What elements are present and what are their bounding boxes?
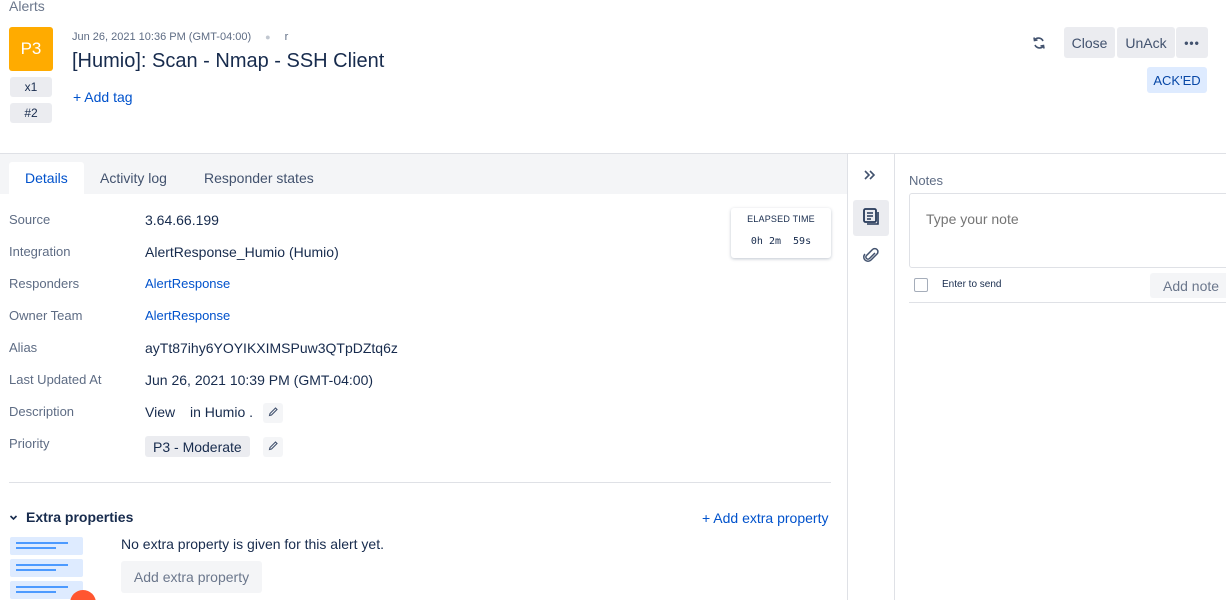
expand-panel-icon[interactable] (858, 164, 882, 186)
responders-label: Responders (9, 276, 80, 291)
empty-state-text: No extra property is given for this aler… (121, 536, 384, 552)
extra-properties-toggle[interactable]: Extra properties (9, 509, 133, 525)
last-updated-value: Jun 26, 2021 10:39 PM (GMT-04:00) (145, 372, 374, 388)
tab-details[interactable]: Details (9, 162, 84, 194)
creator: r (284, 31, 289, 43)
description-label: Description (9, 404, 75, 419)
notes-divider (909, 302, 1226, 303)
pencil-icon (268, 438, 279, 456)
notes-icon (862, 207, 880, 230)
source-label: Source (9, 212, 51, 227)
alias-label: Alias (9, 340, 38, 355)
close-button[interactable]: Close (1064, 27, 1115, 58)
integration-value: AlertResponse_Humio (Humio) (145, 244, 339, 260)
priority-badge: P3 (9, 27, 53, 71)
panel-divider (894, 153, 895, 600)
responders-link[interactable]: AlertResponse (145, 276, 230, 291)
empty-illustration (10, 559, 83, 577)
add-extra-property-link[interactable]: + Add extra property (702, 510, 828, 526)
refresh-icon[interactable] (1029, 33, 1049, 53)
notes-label: Notes (909, 173, 943, 188)
status-badge: ACK'ED (1147, 67, 1207, 93)
section-divider (9, 482, 831, 483)
priority-value: P3 - Moderate (145, 436, 250, 457)
enter-to-send-label: Enter to send (942, 279, 1002, 290)
owner-team-label: Owner Team (9, 308, 83, 323)
priority-label: Priority (9, 436, 50, 451)
tab-responder-states[interactable]: Responder states (188, 162, 330, 194)
add-extra-property-button[interactable]: Add extra property (121, 561, 262, 593)
separator-dot: ● (265, 32, 271, 42)
integration-label: Integration (9, 244, 71, 259)
tab-bar: Details Activity log Responder states (0, 154, 847, 194)
note-textarea[interactable] (909, 193, 1226, 268)
empty-illustration (10, 537, 83, 555)
elapsed-time-label: ELAPSED TIME (747, 214, 815, 224)
description-view-link[interactable]: View (145, 404, 175, 420)
edit-description-button[interactable] (263, 403, 283, 423)
add-note-button[interactable]: Add note (1150, 273, 1226, 298)
edit-priority-button[interactable] (263, 437, 283, 457)
add-tag-link[interactable]: + Add tag (73, 89, 133, 105)
source-value: 3.64.66.199 (145, 212, 219, 228)
panel-divider (847, 153, 848, 600)
extra-properties-heading: Extra properties (26, 509, 134, 525)
tab-activity-log[interactable]: Activity log (84, 162, 183, 194)
elapsed-time-value: 0h 2m 59s (750, 236, 812, 247)
enter-to-send-checkbox[interactable] (914, 278, 928, 292)
count-chip: x1 (10, 77, 52, 97)
last-updated-label: Last Updated At (9, 372, 102, 387)
pencil-icon (268, 404, 279, 422)
alias-value: ayTt87ihy6YOYIKXIMSPuw3QTpDZtq6z (145, 340, 398, 356)
unack-button[interactable]: UnAck (1117, 27, 1175, 58)
note-input[interactable] (926, 211, 1206, 227)
created-timestamp: Jun 26, 2021 10:36 PM (GMT-04:00) (72, 31, 252, 43)
elapsed-time-card: ELAPSED TIME 0h 2m 59s (731, 208, 831, 258)
owner-team-link[interactable]: AlertResponse (145, 308, 230, 323)
breadcrumb[interactable]: Alerts (9, 0, 45, 14)
alert-title: [Humio]: Scan - Nmap - SSH Client (72, 50, 385, 72)
alert-number-chip: #2 (10, 103, 52, 123)
description-text: in Humio . (190, 404, 254, 420)
attachment-icon[interactable] (858, 242, 884, 268)
chevron-down-icon (9, 509, 18, 525)
more-actions-button[interactable]: ••• (1176, 27, 1208, 58)
notes-panel-button[interactable] (853, 200, 889, 236)
alert-meta: Jun 26, 2021 10:36 PM (GMT-04:00) ● r (72, 31, 288, 43)
